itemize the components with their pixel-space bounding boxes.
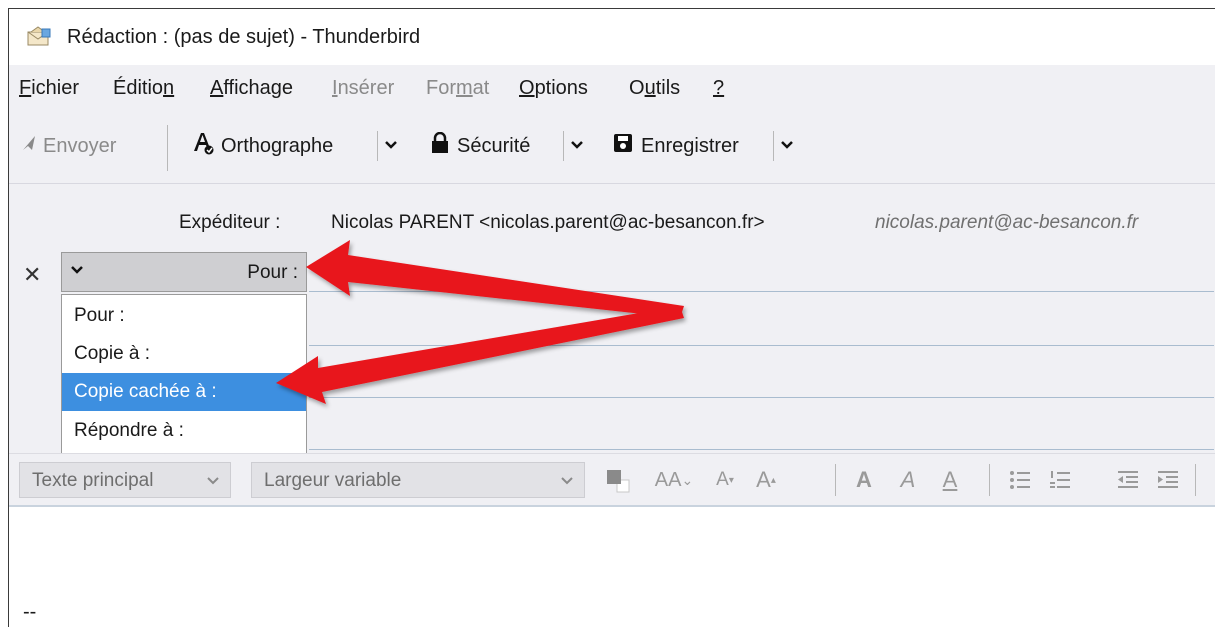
menu-help[interactable]: ? [713,77,724,100]
title-bar: Rédaction : (pas de sujet) - Thunderbird [9,9,1215,65]
save-button[interactable]: Enregistrer [613,129,739,163]
option-copie[interactable]: Copie à : [62,335,306,373]
font-size-icon[interactable]: AA ⌄ [649,466,699,494]
bold-icon[interactable]: A [849,466,879,494]
address-headers: Expéditeur : Nicolas PARENT <nicolas.par… [9,183,1215,454]
larger-text-icon[interactable]: A ▴ [749,466,783,494]
indent-icon[interactable] [1153,466,1183,494]
menu-affichage[interactable]: Affichage [210,77,293,100]
recipient-type-dropdown: Pour : Copie à : Copie cachée à : Répond… [61,294,307,454]
recipient-type-value: Pour : [247,262,298,283]
menu-fichier[interactable]: Fichier [19,77,79,100]
spelling-icon [193,131,215,161]
toolbar-separator [167,125,168,171]
sender-identity: nicolas.parent@ac-besancon.fr [875,212,1139,233]
chevron-down-icon [780,137,794,155]
option-copie-cachee[interactable]: Copie cachée à : [62,373,306,411]
chevron-down-icon [384,137,398,155]
italic-icon[interactable]: A [893,466,923,494]
recipient-row-1-input[interactable] [309,291,1214,292]
format-separator [835,464,836,496]
compose-window: Rédaction : (pas de sujet) - Thunderbird… [8,8,1215,627]
recipient-row-4-input[interactable] [309,449,1214,450]
lock-icon [431,131,449,160]
chevron-down-icon [570,137,584,155]
smaller-text-icon[interactable]: A ▾ [709,466,741,494]
compose-envelope-icon [27,26,51,46]
format-separator [989,464,990,496]
security-dropdown-button[interactable] [563,131,590,161]
spelling-button[interactable]: Orthographe [193,129,333,163]
main-toolbar: Envoyer Orthographe Sécurité Enregistrer [9,111,1215,183]
format-toolbar: Texte principal Largeur variable AA ⌄ A ▾ … [9,453,1215,506]
spelling-dropdown-button[interactable] [377,131,404,161]
send-button[interactable]: Envoyer [21,129,116,163]
save-dropdown-button[interactable] [773,131,800,161]
recipient-row-2-input[interactable] [309,345,1214,346]
sender-field[interactable]: Nicolas PARENT <nicolas.parent@ac-besanc… [331,212,765,234]
message-body-editor[interactable]: -- [9,505,1215,627]
menu-edition[interactable]: Édition [113,77,174,100]
menu-inserer[interactable]: Insérer [332,77,394,100]
recipient-row-3-input[interactable] [309,397,1214,398]
security-button[interactable]: Sécurité [431,129,530,163]
send-icon [21,134,37,158]
underline-icon[interactable]: A [935,466,965,494]
outdent-icon[interactable] [1113,466,1143,494]
format-separator [1195,464,1196,496]
save-icon [613,133,633,159]
menu-bar: Fichier Édition Affichage Insérer Format… [9,65,1215,111]
recipient-type-select[interactable]: Pour : [61,252,307,292]
menu-format[interactable]: Format [426,77,489,100]
sender-label: Expéditeur : [179,212,281,233]
chevron-down-icon [70,263,84,281]
text-color-icon[interactable] [599,466,635,494]
remove-recipient-icon[interactable]: ✕ [23,262,41,288]
numbered-list-icon[interactable] [1045,466,1075,494]
chevron-down-icon [206,471,220,493]
chevron-down-icon [560,471,574,493]
menu-options[interactable]: Options [519,77,588,100]
font-family-select[interactable]: Largeur variable [251,462,585,498]
menu-outils[interactable]: Outils [629,77,680,100]
window-title: Rédaction : (pas de sujet) - Thunderbird [67,26,421,48]
option-repondre[interactable]: Répondre à : [62,412,306,450]
paragraph-style-select[interactable]: Texte principal [19,462,231,498]
signature-separator: -- [23,601,37,623]
option-pour[interactable]: Pour : [62,297,306,335]
bullet-list-icon[interactable] [1005,466,1035,494]
